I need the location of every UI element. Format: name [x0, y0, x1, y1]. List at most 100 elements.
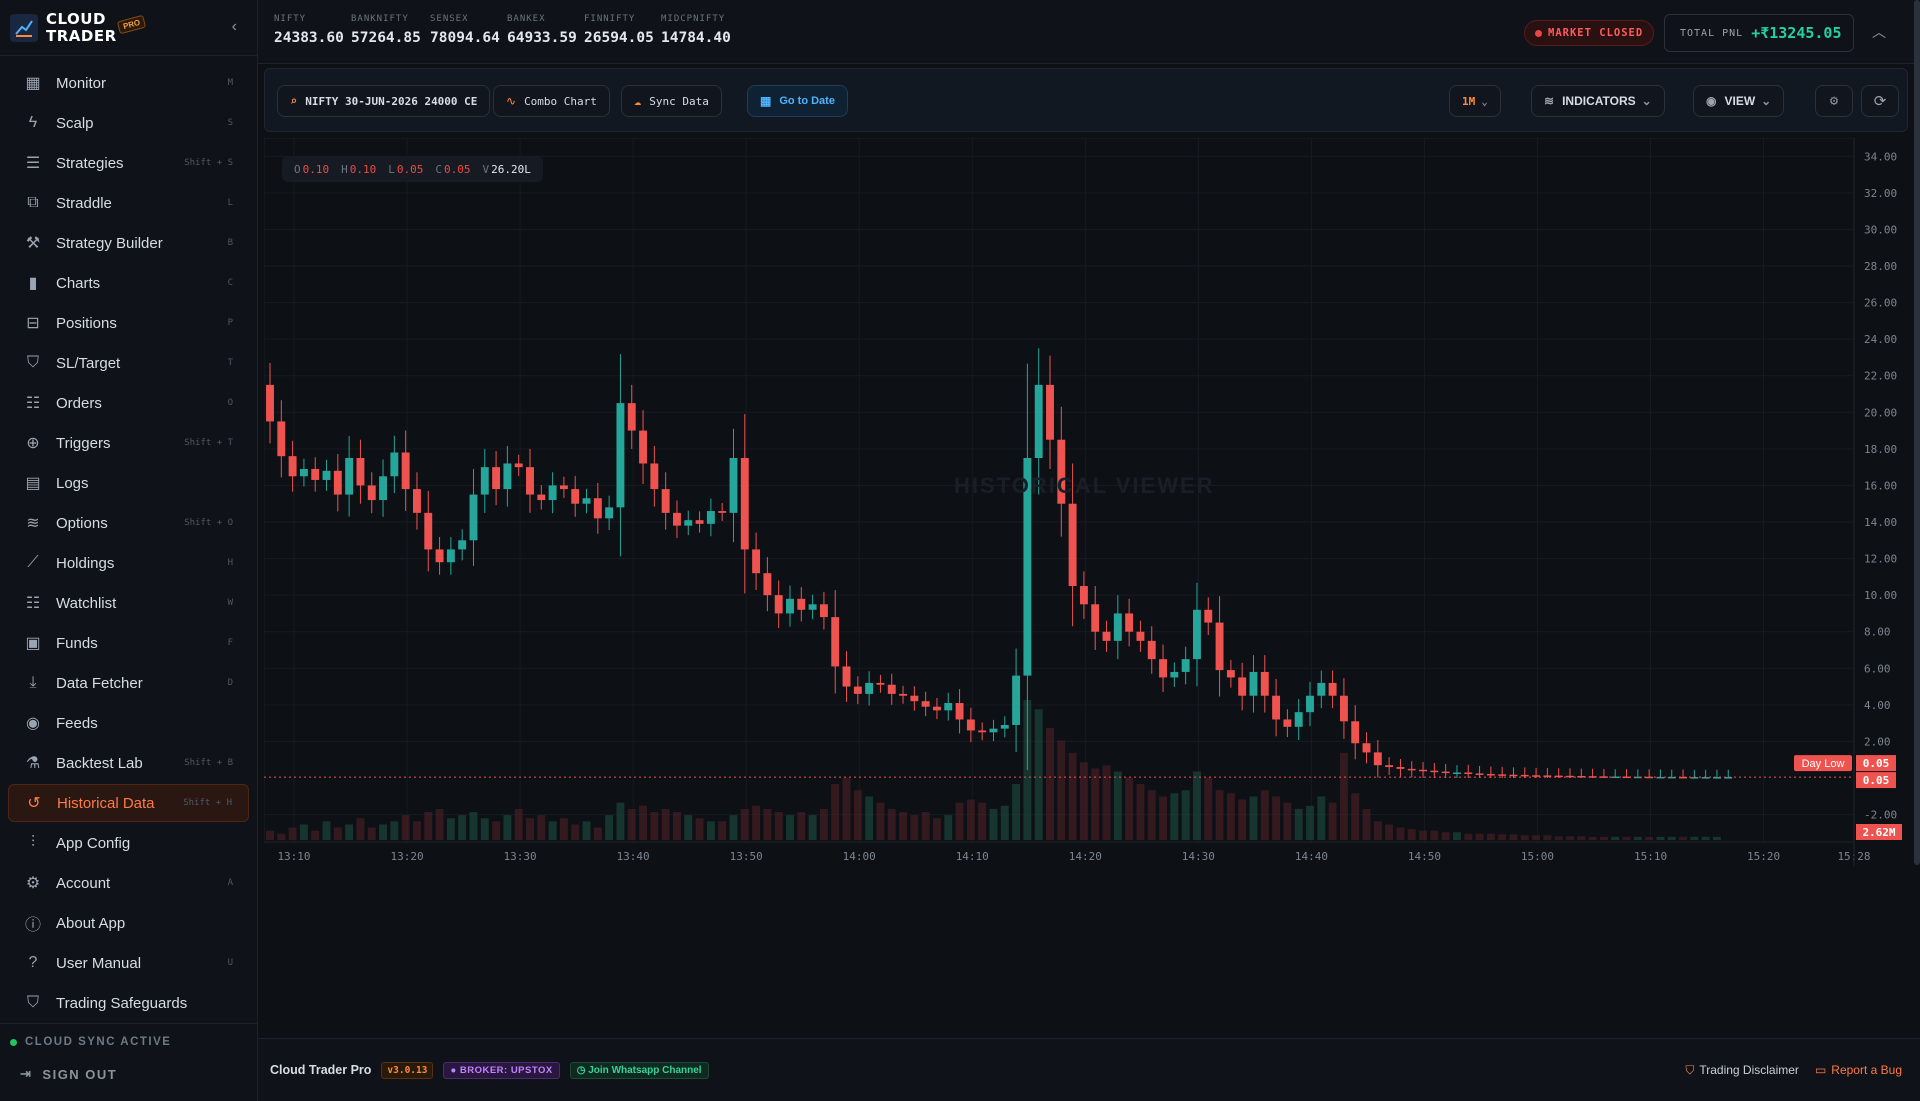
shortcut-hint: U	[227, 958, 233, 968]
candle-body	[1204, 609, 1213, 623]
chevron-up-icon[interactable]: ︿	[1872, 22, 1886, 42]
chart-toolbar: ⌕ NIFTY 30-JUN-2026 24000 CE ∿ Combo Cha…	[264, 68, 1908, 132]
shortcut-hint: F	[227, 638, 233, 648]
candlestick-chart[interactable]: 34.00 32.00 30.00 28.00 26.00 24.00 22.00 20.00…	[263, 137, 1908, 868]
sidebar-item-label: Feeds	[56, 714, 98, 732]
candle-body	[1079, 586, 1088, 605]
sidebar-item-triggers[interactable]: ⊕ Triggers Shift + T	[8, 424, 249, 462]
sidebar-item-user-manual[interactable]: ? User Manual U	[8, 944, 249, 982]
sidebar-item-sl-target[interactable]: ⛉ SL/Target T	[8, 344, 249, 382]
volume-bar	[593, 827, 602, 840]
volume-bar	[379, 824, 387, 840]
candle-body	[356, 458, 365, 486]
ticker-name: BANKEX	[507, 14, 546, 24]
day-low-price: 0.05	[1863, 757, 1890, 770]
sidebar-item-label: Strategy Builder	[56, 234, 163, 252]
sidebar-item-holdings[interactable]: ⟋ Holdings H	[8, 544, 249, 582]
sidebar-item-monitor[interactable]: ▦ Monitor M	[8, 64, 249, 102]
candle-body	[1113, 613, 1122, 641]
x-axis-label: 14:30	[1182, 850, 1215, 863]
volume-bar	[1475, 833, 1484, 840]
target-icon: ⊕	[26, 435, 40, 452]
y-axis-label: 20.00	[1864, 406, 1897, 419]
shortcut-hint: S	[227, 118, 233, 128]
sidebar-item-app-config[interactable]: ⫶ App Config	[8, 824, 249, 862]
report-bug-link[interactable]: ▭ Report a Bug	[1815, 1063, 1902, 1077]
sidebar-item-logs[interactable]: ▤ Logs	[8, 464, 249, 502]
sidebar-item-options[interactable]: ≋ Options Shift + O	[8, 504, 249, 542]
candle-body	[593, 498, 602, 519]
y-axis-label: 24.00	[1864, 333, 1897, 346]
volume-bar	[1622, 836, 1631, 840]
candle-body	[1441, 771, 1450, 774]
whatsapp-channel-link[interactable]: ◷ Join Whatsapp Channel	[569, 1061, 709, 1079]
sync-data-button[interactable]: ☁ Sync Data	[621, 85, 722, 117]
go-to-date-button[interactable]: ▦ Go to Date	[747, 85, 848, 117]
volume-bar	[1294, 808, 1303, 840]
sidebar-item-account[interactable]: ⚙ Account A	[8, 864, 249, 902]
refresh-button[interactable]: ⟳	[1861, 85, 1899, 117]
volume-bar	[367, 827, 376, 840]
sidebar-item-watchlist[interactable]: ☷ Watchlist W	[8, 584, 249, 622]
candle-body	[639, 430, 647, 464]
volume-bar	[1159, 796, 1167, 840]
scrollbar[interactable]	[1914, 0, 1920, 865]
candle-body	[605, 507, 614, 519]
settings-button[interactable]: ⚙	[1815, 85, 1853, 117]
volume-bar	[413, 821, 421, 840]
volume-bar	[1328, 802, 1337, 840]
volume-bar	[887, 808, 896, 840]
candle-body	[1046, 384, 1054, 440]
candle-body	[1226, 670, 1235, 678]
candle-body	[537, 494, 546, 501]
sidebar-item-about-app[interactable]: ⓘ About App	[8, 904, 249, 942]
timeframe-select[interactable]: 1M ⌄	[1449, 85, 1501, 117]
ohlc-legend: O 0.10 H 0.10 L 0.05 C 0.05 V 26.20L	[282, 156, 543, 182]
candle-body	[1147, 640, 1156, 660]
volume-bar	[1204, 777, 1213, 840]
volume-bar	[661, 808, 670, 840]
volume-bar	[1351, 793, 1360, 840]
volume-bar	[1396, 827, 1405, 840]
y-axis-label: 34.00	[1864, 150, 1897, 163]
candle-body	[1407, 768, 1416, 771]
y-axis-label: 18.00	[1864, 443, 1897, 456]
sidebar-item-historical-data[interactable]: ↺ Historical Data Shift + H	[8, 784, 249, 822]
volume-bar	[1385, 824, 1394, 840]
sign-out-button[interactable]: ⇥ SIGN OUT	[10, 1066, 248, 1082]
volume-bar	[1034, 709, 1043, 840]
x-axis-label: 13:40	[617, 850, 650, 863]
volume-bar	[1012, 784, 1021, 840]
volume-bar	[311, 830, 320, 840]
volume-bar	[944, 815, 953, 840]
volume-bar	[876, 802, 885, 840]
candle-body	[1260, 671, 1269, 696]
sidebar-item-positions[interactable]: ⊟ Positions P	[8, 304, 249, 342]
chart-background	[264, 138, 1908, 868]
indicators-dropdown[interactable]: ≋ INDICATORS ⌄	[1531, 85, 1665, 117]
sidebar-item-straddle[interactable]: ⧉ Straddle L	[8, 184, 249, 222]
sidebar-item-scalp[interactable]: ϟ Scalp S	[8, 104, 249, 142]
sync-dot-icon	[10, 1038, 17, 1046]
sidebar-item-data-fetcher[interactable]: ⤓ Data Fetcher D	[8, 664, 249, 702]
chart-watermark: HISTORICAL VIEWER	[954, 473, 1215, 498]
sidebar-item-strategies[interactable]: ☰ Strategies Shift + S	[8, 144, 249, 182]
volume-bar	[1599, 836, 1608, 840]
volume-bar	[345, 824, 354, 840]
version-badge: v3.0.13	[381, 1061, 434, 1079]
sidebar-item-funds[interactable]: ▣ Funds F	[8, 624, 249, 662]
sidebar-item-orders[interactable]: ☷ Orders O	[8, 384, 249, 422]
collapse-sidebar-icon[interactable]: ‹	[232, 18, 237, 36]
sidebar-item-charts[interactable]: ▮ Charts C	[8, 264, 249, 302]
trading-disclaimer-link[interactable]: ⛉ Trading Disclaimer	[1685, 1063, 1799, 1078]
combo-chart-button[interactable]: ∿ Combo Chart	[493, 85, 610, 117]
chart-area[interactable]: O 0.10 H 0.10 L 0.05 C 0.05 V 26.20L HISTORIC…	[263, 137, 1908, 868]
volume-bar	[978, 802, 987, 840]
symbol-search-button[interactable]: ⌕ NIFTY 30-JUN-2026 24000 CE	[277, 85, 491, 117]
sidebar-item-trading-safeguards[interactable]: ⛉ Trading Safeguards	[8, 984, 249, 1022]
sidebar-item-backtest-lab[interactable]: ⚗ Backtest Lab Shift + B	[8, 744, 249, 782]
sidebar-item-strategy-builder[interactable]: ⚒ Strategy Builder B	[8, 224, 249, 262]
sidebar-item-feeds[interactable]: ◉ Feeds	[8, 704, 249, 742]
view-dropdown[interactable]: ◉ VIEW ⌄	[1693, 85, 1785, 117]
volume-bar	[356, 818, 365, 840]
